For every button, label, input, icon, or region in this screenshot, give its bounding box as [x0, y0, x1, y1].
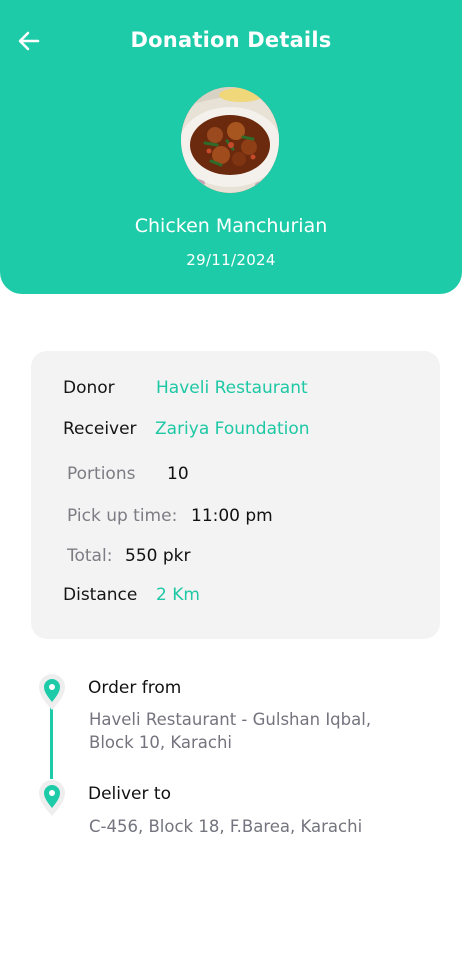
location-pin-icon	[39, 780, 65, 816]
donor-label: Donor	[63, 378, 115, 398]
page-title: Donation Details	[130, 28, 332, 52]
pickup-time-label: Pick up time:	[67, 506, 178, 526]
donor-value: Haveli Restaurant	[156, 378, 308, 398]
order-from-address-line1: Haveli Restaurant - Gulshan Iqbal,	[89, 710, 372, 729]
pickup-time-value: 11:00 pm	[191, 506, 273, 526]
header: Donation Details Chicken Manchurian 29/1…	[0, 0, 462, 294]
portions-label: Portions	[67, 464, 136, 484]
receiver-value: Zariya Foundation	[155, 419, 310, 439]
order-from-title: Order from	[88, 678, 182, 698]
distance-label: Distance	[63, 585, 138, 605]
total-label: Total:	[67, 546, 113, 566]
donation-date: 29/11/2024	[186, 251, 276, 269]
deliver-to-title: Deliver to	[88, 784, 171, 804]
total-value: 550 pkr	[125, 546, 191, 566]
distance-value: 2 Km	[156, 585, 200, 605]
route-connector-line	[50, 705, 53, 779]
receiver-label: Receiver	[63, 419, 137, 439]
food-image	[181, 87, 279, 193]
deliver-to-address: C-456, Block 18, F.Barea, Karachi	[89, 817, 363, 836]
portions-value: 10	[167, 464, 189, 484]
order-from-address-line2: Block 10, Karachi	[89, 733, 233, 752]
location-pin-icon	[39, 674, 65, 710]
food-name: Chicken Manchurian	[134, 215, 328, 237]
